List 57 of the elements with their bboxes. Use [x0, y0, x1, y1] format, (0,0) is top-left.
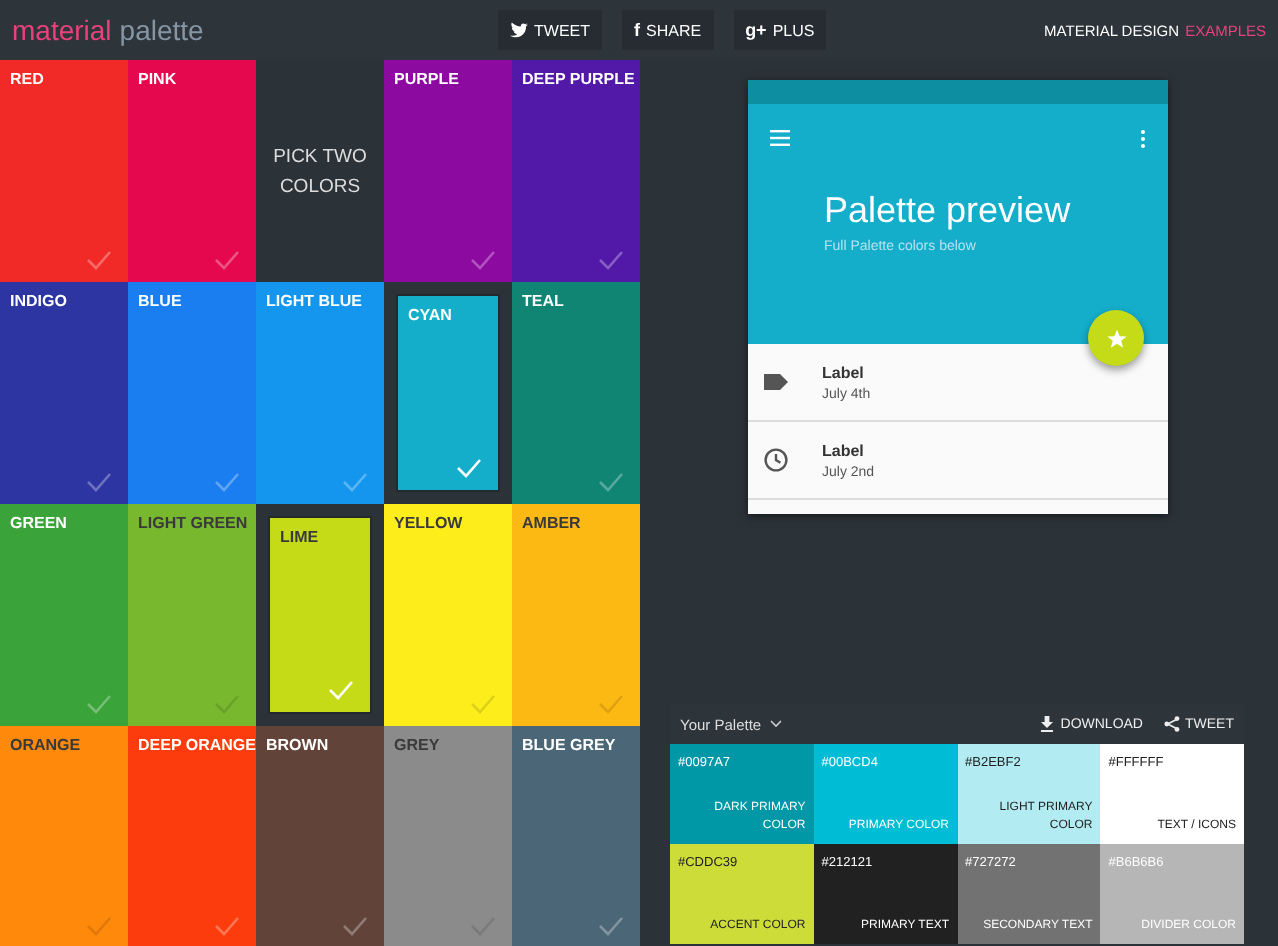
check-icon: [86, 694, 112, 714]
check-icon: [470, 694, 496, 714]
color-name: BLUE: [138, 292, 182, 310]
color-name: TEAL: [522, 292, 564, 310]
check-icon: [214, 916, 240, 936]
color-name: DEEP ORANGE: [138, 736, 256, 754]
menu-icon[interactable]: [770, 130, 790, 146]
fab-button[interactable]: [1088, 310, 1144, 366]
pick-prompt: PICK TWO COLORS: [271, 143, 369, 201]
check-icon: [598, 694, 624, 714]
color-name: GREEN: [10, 514, 67, 532]
color-name: PURPLE: [394, 70, 459, 88]
color-name: LIME: [280, 528, 319, 546]
check-icon: [214, 250, 240, 270]
social-icon: g+: [745, 20, 767, 40]
color-name: INDIGO: [10, 292, 67, 310]
color-name: GREY: [394, 736, 440, 754]
share-button[interactable]: f SHARE: [622, 10, 714, 50]
color-name: CYAN: [408, 306, 452, 324]
color-name: BLUE GREY: [522, 736, 616, 754]
logo-text: palette: [119, 14, 204, 46]
caret-icon[interactable]: [769, 720, 782, 728]
color-name: DEEP PURPLE: [522, 70, 635, 88]
share-button[interactable]: TWEET: [498, 10, 602, 50]
list-primary: Label: [822, 363, 866, 381]
check-icon: [598, 916, 624, 936]
check-icon: [342, 472, 368, 492]
star-icon: [1105, 327, 1127, 349]
check-icon: [86, 916, 112, 936]
check-icon: [86, 472, 112, 492]
tag-icon: [764, 370, 788, 394]
more-icon[interactable]: [1140, 130, 1146, 148]
list-primary: Label: [822, 441, 866, 459]
check-icon: [328, 680, 354, 700]
download-icon: [1040, 716, 1055, 732]
social-icon: f: [634, 20, 640, 40]
color-name: RED: [10, 70, 44, 88]
color-name: LIGHT GREEN: [138, 514, 248, 532]
color-name: AMBER: [522, 514, 581, 532]
bird-icon: [510, 22, 528, 38]
check-icon: [598, 250, 624, 270]
share-button[interactable]: g+ PLUS: [733, 10, 827, 50]
check-icon: [86, 250, 112, 270]
logo-text: material: [12, 14, 112, 46]
color-name: PINK: [138, 70, 177, 88]
clock-icon: [764, 448, 788, 472]
check-icon: [342, 916, 368, 936]
color-name: YELLOW: [394, 514, 463, 532]
color-name: ORANGE: [10, 736, 81, 754]
check-icon: [214, 472, 240, 492]
check-icon: [470, 250, 496, 270]
share-icon: [1163, 716, 1179, 732]
check-icon: [456, 458, 482, 478]
preview-title: Palette preview: [824, 190, 1071, 232]
color-name: LIGHT BLUE: [266, 292, 362, 310]
check-icon: [598, 472, 624, 492]
color-name: BROWN: [266, 736, 329, 754]
